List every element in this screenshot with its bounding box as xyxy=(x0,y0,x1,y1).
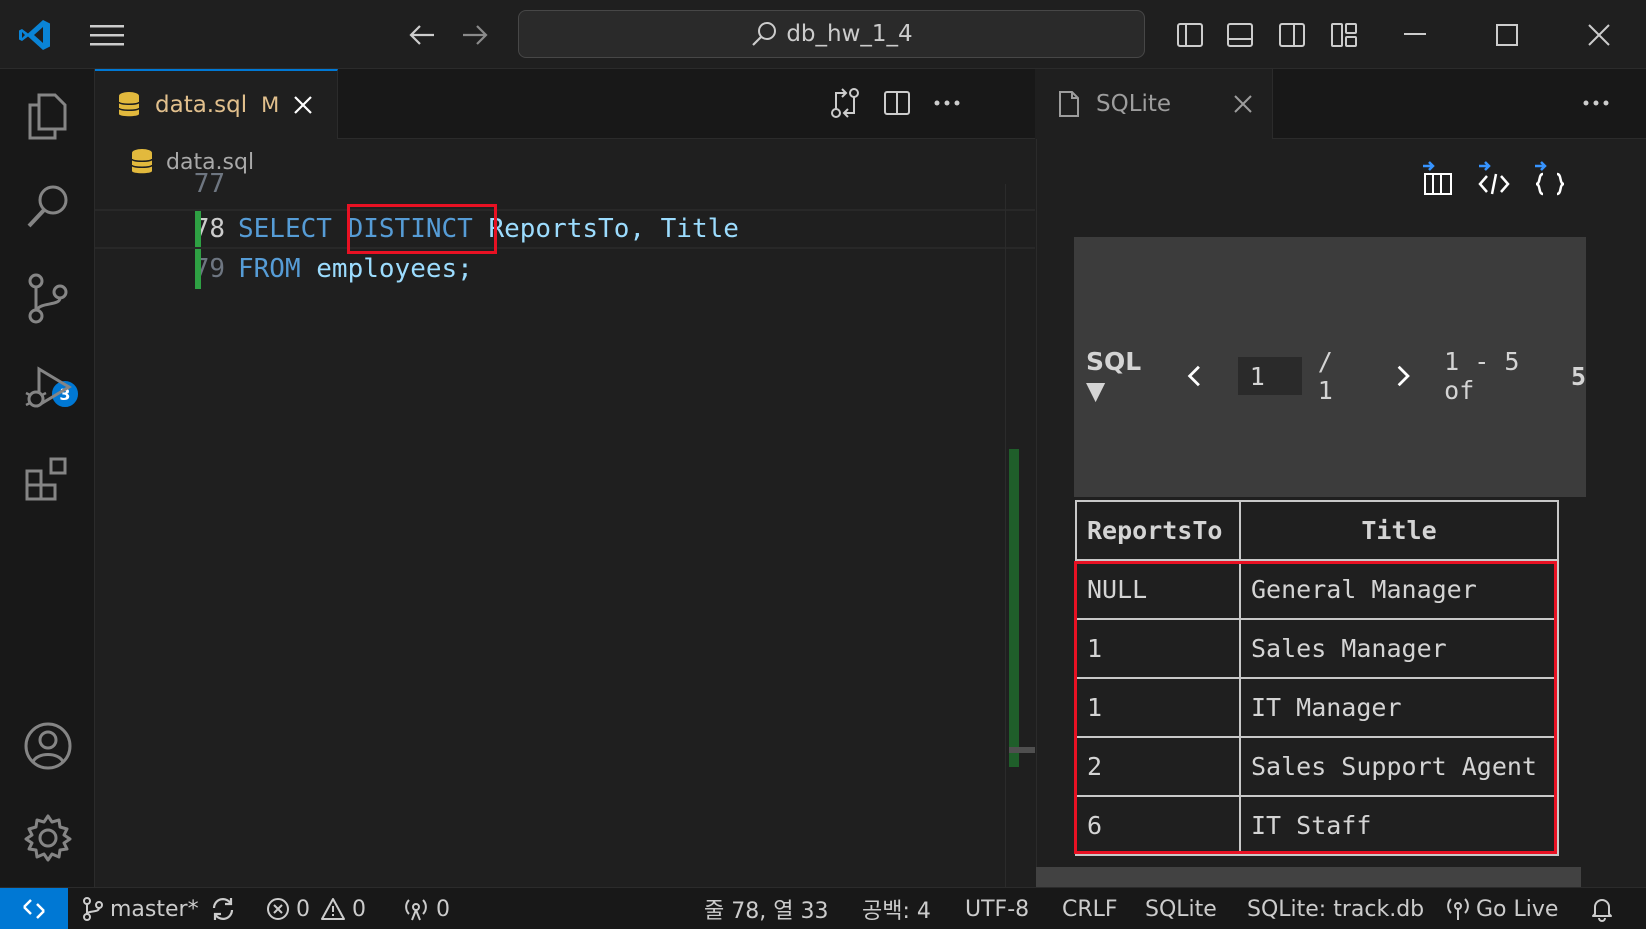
error-count: 0 xyxy=(296,896,310,922)
panel-horizontal-scrollbar[interactable] xyxy=(1036,867,1581,887)
results-pager: SQL ▼ / 1 1 - 5 of 5 xyxy=(1074,237,1586,497)
account-icon[interactable] xyxy=(0,701,95,791)
export-html-icon[interactable] xyxy=(1474,158,1514,198)
command-center-text: db_hw_1_4 xyxy=(786,21,913,47)
code-line: 78 SELECT DISTINCT ReportsTo, Title xyxy=(95,209,1035,249)
keyword-select: SELECT xyxy=(238,214,332,244)
customize-layout-icon[interactable] xyxy=(1326,16,1362,54)
previous-page-icon[interactable] xyxy=(1185,363,1204,389)
ports-status[interactable]: 0 xyxy=(402,888,450,929)
code-line: 79 FROM employees; xyxy=(95,249,1035,289)
column-header[interactable]: Title xyxy=(1239,500,1559,561)
broadcast-icon xyxy=(405,899,427,921)
branch-status[interactable]: master* xyxy=(82,888,199,929)
encoding-status[interactable]: UTF-8 xyxy=(965,888,1029,929)
column-header[interactable]: ReportsTo xyxy=(1075,500,1241,561)
sync-button[interactable] xyxy=(210,888,236,929)
language-mode[interactable]: SQLite xyxy=(1145,888,1217,929)
source-control-icon[interactable] xyxy=(0,253,95,343)
file-icon xyxy=(1059,91,1079,117)
scrollbar-change-marker xyxy=(1009,449,1019,767)
close-tab-icon[interactable] xyxy=(293,95,313,115)
settings-gear-icon[interactable] xyxy=(0,793,95,883)
modified-indicator: M xyxy=(261,93,280,117)
tab-label: data.sql xyxy=(155,92,248,118)
go-live-button[interactable]: Go Live xyxy=(1446,888,1558,929)
column-list: ReportsTo, Title xyxy=(488,214,739,244)
warning-count: 0 xyxy=(352,896,366,922)
table-header-row: ReportsTo Title xyxy=(1075,500,1559,561)
minimize-icon[interactable] xyxy=(1390,16,1440,54)
code-editor[interactable]: 77 78 SELECT DISTINCT ReportsTo, Title 7… xyxy=(95,169,1035,887)
notifications-bell-icon[interactable] xyxy=(1590,888,1614,929)
scrollbar-thumb[interactable] xyxy=(1009,747,1035,753)
search-icon xyxy=(752,22,777,46)
open-changes-icon[interactable] xyxy=(825,83,865,123)
distinct-highlight-box xyxy=(347,204,497,254)
extensions-icon[interactable] xyxy=(0,433,95,523)
menu-icon[interactable] xyxy=(88,16,126,54)
forward-arrow-icon[interactable] xyxy=(455,16,495,54)
eol-status[interactable]: CRLF xyxy=(1062,888,1118,929)
remote-indicator[interactable] xyxy=(0,888,68,929)
close-window-icon[interactable] xyxy=(1574,16,1624,54)
panel-tab-bar: SQLite xyxy=(1036,69,1646,139)
pager-row: SQL ▼ / 1 1 - 5 of 5 xyxy=(1086,347,1586,405)
explorer-icon[interactable] xyxy=(0,71,95,161)
page-number-input[interactable] xyxy=(1237,357,1302,395)
broadcast-icon xyxy=(1447,898,1469,920)
export-csv-icon[interactable] xyxy=(1418,158,1458,198)
split-editor-icon[interactable] xyxy=(877,83,917,123)
sync-icon xyxy=(212,898,234,920)
tab-sqlite[interactable]: SQLite xyxy=(1036,69,1273,139)
sqlite-db-status[interactable]: SQLite: track.db xyxy=(1247,888,1424,929)
line-number: 77 xyxy=(193,169,225,199)
line-number: 79 xyxy=(193,254,225,284)
command-center-search[interactable]: db_hw_1_4 xyxy=(518,10,1145,58)
tab-label: SQLite xyxy=(1096,91,1172,117)
go-live-label: Go Live xyxy=(1476,896,1559,922)
sql-mode-dropdown[interactable]: SQL ▼ xyxy=(1086,347,1163,405)
table-name: employees; xyxy=(316,254,473,284)
toggle-primary-sidebar-icon[interactable] xyxy=(1172,16,1208,54)
editor-tab-bar: data.sql M xyxy=(95,69,1035,139)
error-icon xyxy=(267,898,289,920)
toggle-panel-icon[interactable] xyxy=(1222,16,1258,54)
vscode-logo-icon xyxy=(14,14,56,56)
toggle-secondary-sidebar-icon[interactable] xyxy=(1274,16,1310,54)
ports-count: 0 xyxy=(436,896,450,922)
next-page-icon[interactable] xyxy=(1394,363,1413,389)
git-added-marker xyxy=(195,249,201,289)
row-range: 1 - 5 of xyxy=(1444,347,1520,405)
tab-data-sql[interactable]: data.sql M xyxy=(95,69,338,139)
more-actions-icon[interactable] xyxy=(1576,83,1616,123)
row-total: 5 xyxy=(1570,361,1586,391)
close-tab-icon[interactable] xyxy=(1233,94,1253,114)
status-bar: master* 0 0 0 줄 78, 열 33 공백: 4 UTF-8 CRL… xyxy=(0,887,1646,929)
branch-name: master* xyxy=(110,896,199,922)
activity-bar: 3 xyxy=(0,69,95,887)
rows-highlight-box xyxy=(1074,561,1557,854)
back-arrow-icon[interactable] xyxy=(402,16,442,54)
export-json-icon[interactable] xyxy=(1530,158,1570,198)
warning-icon xyxy=(321,898,345,920)
git-branch-icon xyxy=(83,897,103,921)
maximize-icon[interactable] xyxy=(1482,16,1532,54)
line-number: 78 xyxy=(193,214,225,244)
search-icon[interactable] xyxy=(0,161,95,251)
indentation-status[interactable]: 공백: 4 xyxy=(862,888,931,929)
title-bar: db_hw_1_4 xyxy=(0,0,1646,69)
database-file-icon xyxy=(118,92,140,117)
page-total: / 1 xyxy=(1317,347,1333,405)
run-debug-icon[interactable] xyxy=(0,343,95,433)
problems-status[interactable]: 0 0 xyxy=(266,888,366,929)
keyword-from: FROM xyxy=(238,254,301,284)
code-line: 77 xyxy=(95,164,1035,204)
remote-icon xyxy=(23,899,45,919)
more-actions-icon[interactable] xyxy=(927,83,967,123)
code-text: FROM employees; xyxy=(238,249,473,289)
cursor-position[interactable]: 줄 78, 열 33 xyxy=(704,888,828,929)
git-added-marker xyxy=(195,209,201,249)
